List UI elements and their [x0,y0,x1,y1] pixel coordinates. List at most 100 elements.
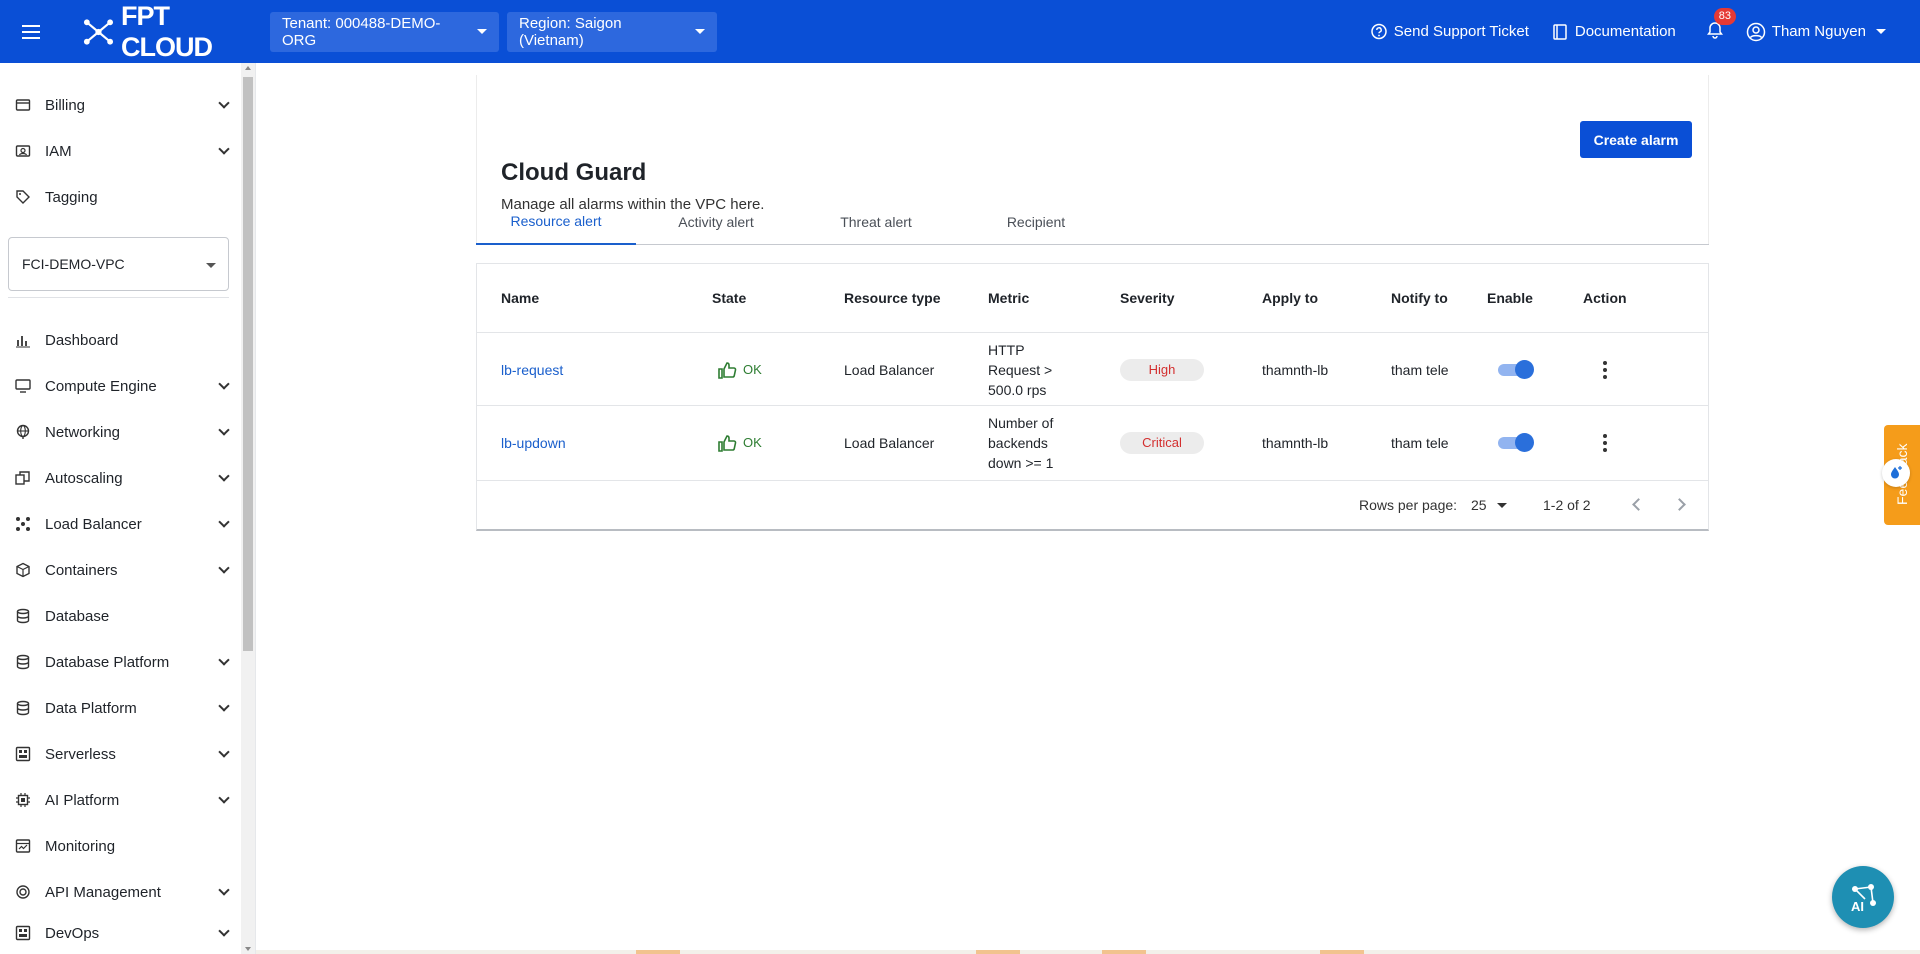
brand-logo[interactable]: FPT CLOUD [82,1,262,63]
metric-cell: Number of backends down >= 1 [988,414,1054,471]
pagination-range: 1-2 of 2 [1543,497,1591,513]
feedback-tab[interactable]: Feedback [1882,425,1920,525]
sidebar-item-iam[interactable]: IAM [0,128,240,174]
book-icon [1553,23,1567,40]
sidebar-item-database-platform[interactable]: Database Platform [0,639,240,685]
region-select[interactable]: Region: Saigon (Vietnam) [507,11,717,52]
notify-to-cell: tham tele [1391,361,1449,378]
more-actions-icon[interactable] [1599,357,1611,383]
serverless-icon [14,745,32,763]
user-menu[interactable]: Tham Nguyen [1746,22,1886,42]
scroll-up-icon[interactable] [245,66,251,70]
support-ticket-link[interactable]: Send Support Ticket [1370,23,1529,41]
severity-badge: High [1120,358,1204,381]
main-content: Cloud Guard Manage all alarms within the… [256,63,1920,954]
sidebar-item-api-management[interactable]: API Management [0,869,240,915]
sidebar-item-label: Database Platform [45,653,170,671]
sidebar-item-load-balancer[interactable]: Load Balancer [0,501,240,547]
sidebar-item-devops[interactable]: DevOps [0,915,240,951]
sidebar-item-networking[interactable]: Networking [0,409,240,455]
support-label: Send Support Ticket [1393,23,1529,40]
chevron-down-icon [218,97,230,109]
notification-badge: 83 [1713,7,1737,25]
sidebar-scrollbar[interactable] [241,63,255,954]
column-header-apply-to[interactable]: Apply to [1262,264,1318,332]
vpc-select[interactable]: FCI-DEMO-VPC [8,237,229,291]
sidebar-item-billing[interactable]: Billing [0,82,240,128]
monitoring-icon [14,837,32,855]
tenant-select[interactable]: Tenant: 000488-DEMO-ORG [270,11,499,52]
menu-icon[interactable] [0,0,62,63]
chevron-down-icon [218,700,230,712]
action-cell [1599,333,1611,406]
enable-toggle[interactable] [1498,359,1534,379]
sidebar-item-monitoring[interactable]: Monitoring [0,823,240,869]
chevron-right-icon[interactable] [1673,498,1686,511]
column-header-action[interactable]: Action [1583,264,1627,332]
sidebar-item-data-platform[interactable]: Data Platform [0,685,240,731]
alarm-name-link[interactable]: lb-request [501,333,563,406]
user-avatar-icon [1746,22,1766,41]
tab-threat-alert[interactable]: Threat alert [796,199,956,245]
sidebar-item-label: Data Platform [45,699,137,717]
column-header-notify-to[interactable]: Notify to [1391,264,1448,332]
column-header-metric[interactable]: Metric [988,264,1029,332]
scroll-down-icon[interactable] [245,947,251,951]
caret-down-icon [1876,29,1886,34]
column-header-severity[interactable]: Severity [1120,264,1174,332]
caret-down-icon [477,29,487,34]
sidebar-item-ai-platform[interactable]: AI Platform [0,777,240,823]
apply-to-cell: thamnth-lb [1262,434,1329,451]
tag-icon [14,188,32,206]
severity-cell: Critical [1120,406,1204,479]
enable-cell [1498,333,1534,406]
database-icon [14,607,32,625]
sidebar-item-autoscaling[interactable]: Autoscaling [0,455,240,501]
ai-assistant-button[interactable]: AI [1832,866,1894,928]
tab-resource-alert[interactable]: Resource alert [476,199,636,245]
chevron-down-icon [218,470,230,482]
alarms-table: Name State Resource type Metric Severity… [476,263,1709,531]
scrollbar-thumb[interactable] [243,77,253,651]
tab-activity-alert[interactable]: Activity alert [636,199,796,245]
cube-icon [14,561,32,579]
sidebar-item-database[interactable]: Database [0,593,240,639]
create-alarm-button[interactable]: Create alarm [1580,121,1692,158]
chevron-down-icon [218,746,230,758]
sidebar-item-label: API Management [45,883,161,901]
sidebar-item-dashboard[interactable]: Dashboard [0,317,240,363]
caret-down-icon [695,29,705,34]
sidebar-item-label: DevOps [45,924,100,942]
sidebar-item-tagging[interactable]: Tagging [0,174,240,220]
state-cell: OK [717,333,762,406]
tab-recipient[interactable]: Recipient [956,199,1116,245]
column-header-resource-type[interactable]: Resource type [844,264,940,332]
column-header-state[interactable]: State [712,264,746,332]
more-actions-icon[interactable] [1599,430,1611,456]
rows-per-page-select[interactable]: 25 [1471,497,1507,513]
devops-icon [14,924,32,942]
sidebar-item-label: Containers [45,561,118,579]
sidebar-item-serverless[interactable]: Serverless [0,731,240,777]
sidebar-item-label: Dashboard [45,331,119,349]
sidebar-item-containers[interactable]: Containers [0,547,240,593]
chevron-down-icon [218,143,230,155]
sidebar-item-label: Tagging [45,188,98,206]
resource-type-cell: Load Balancer [844,434,935,451]
ai-assistant-icon: AI [1851,884,1876,914]
sidebar: Billing IAM Tagging FCI-DEMO-VPC Dashboa… [0,63,256,954]
chevron-down-icon [218,925,230,937]
pagination: Rows per page: 25 1-2 of 2 [477,480,1708,530]
chevron-left-icon[interactable] [1632,498,1645,511]
alert-tabs: Resource alert Activity alert Threat ale… [476,199,1709,245]
enable-toggle[interactable] [1498,432,1534,452]
chip-icon [14,791,32,809]
column-header-enable[interactable]: Enable [1487,264,1533,332]
alarm-name-link[interactable]: lb-updown [501,406,566,479]
feedback-drop-icon [1882,459,1910,487]
notifications-button[interactable]: 83 [1706,7,1737,43]
sidebar-item-compute-engine[interactable]: Compute Engine [0,363,240,409]
column-header-name[interactable]: Name [501,264,539,332]
apply-to-cell: thamnth-lb [1262,361,1329,378]
documentation-link[interactable]: Documentation [1551,23,1676,41]
